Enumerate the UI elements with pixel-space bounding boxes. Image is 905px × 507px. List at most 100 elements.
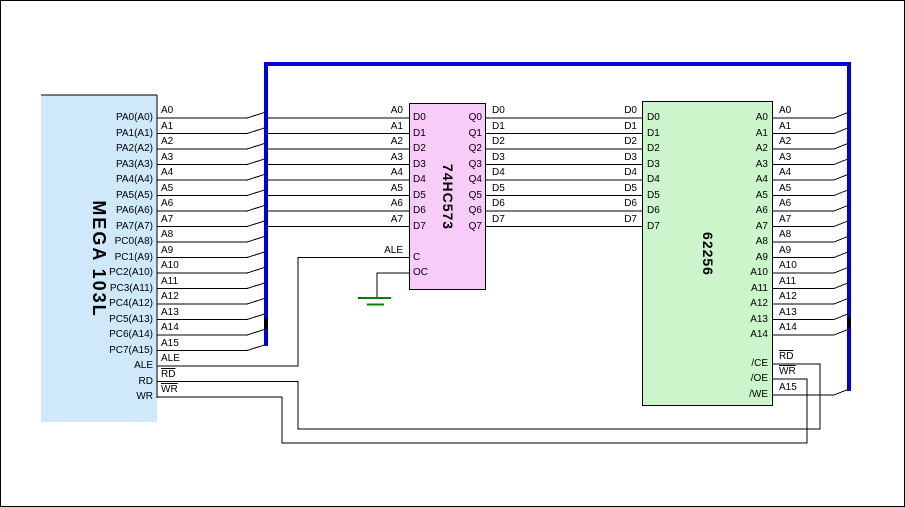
- net-label-A10: A10: [779, 261, 819, 271]
- pin-mega-PA0(A0): PA0(A0): [56, 112, 153, 123]
- net-label-A5: A5: [161, 184, 201, 194]
- pin-sram-A13: A13: [704, 314, 768, 325]
- net-label-WR: WR: [161, 385, 201, 395]
- pin-mega-PA7(A7): PA7(A7): [56, 221, 153, 232]
- pin-latch-C: C: [413, 252, 453, 263]
- net-label-A14: A14: [779, 323, 819, 333]
- net-label-D1: D1: [492, 122, 532, 132]
- net-label-D2: D2: [603, 137, 637, 147]
- pin-mega-RD: RD: [56, 376, 153, 387]
- net-label-A13: A13: [161, 308, 201, 318]
- pin-latch-Q6: Q6: [449, 205, 482, 216]
- net-label-A13: A13: [779, 308, 819, 318]
- net-label-ALE: ALE: [161, 354, 201, 364]
- net-label-D3: D3: [603, 153, 637, 163]
- pin-sram-A6: A6: [704, 205, 768, 216]
- pin-latch-Q2: Q2: [449, 143, 482, 154]
- pin-sram-A14: A14: [704, 329, 768, 340]
- pin-sram-D5: D5: [647, 190, 687, 201]
- pin-mega-PC4(A12): PC4(A12): [56, 298, 153, 309]
- wire: [358, 298, 391, 305]
- pin-sram-nWE: /WE: [704, 389, 768, 400]
- net-label-A3: A3: [779, 153, 819, 163]
- pin-latch-D4: D4: [413, 174, 453, 185]
- net-label-A5: A5: [779, 184, 819, 194]
- pin-sram-nCE: /CE: [704, 358, 768, 369]
- net-label-A4: A4: [161, 168, 201, 178]
- net-label-A11: A11: [779, 277, 819, 287]
- pin-sram-A9: A9: [704, 252, 768, 263]
- net-label-A0: A0: [369, 106, 403, 116]
- pin-mega-PC7(A15): PC7(A15): [56, 345, 153, 356]
- pin-sram-A12: A12: [704, 298, 768, 309]
- pin-latch-D6: D6: [413, 205, 453, 216]
- pin-latch-D3: D3: [413, 159, 453, 170]
- net-label-A5: A5: [369, 184, 403, 194]
- pin-latch-Q4: Q4: [449, 174, 482, 185]
- net-label-A4: A4: [369, 168, 403, 178]
- pin-latch-D2: D2: [413, 143, 453, 154]
- net-label-A15: A15: [779, 383, 819, 393]
- net-label-D7: D7: [492, 215, 532, 225]
- pin-mega-PA4(A4): PA4(A4): [56, 174, 153, 185]
- net-label-A6: A6: [161, 199, 201, 209]
- net-label-A12: A12: [779, 292, 819, 302]
- pin-mega-PC5(A13): PC5(A13): [56, 314, 153, 325]
- pin-sram-A0: A0: [704, 112, 768, 123]
- net-label-D4: D4: [603, 168, 637, 178]
- net-label-D0: D0: [492, 106, 532, 116]
- pin-latch-D5: D5: [413, 190, 453, 201]
- pin-sram-D6: D6: [647, 205, 687, 216]
- net-label-A9: A9: [161, 246, 201, 256]
- net-label-A8: A8: [779, 230, 819, 240]
- net-label-A2: A2: [161, 137, 201, 147]
- pin-sram-A7: A7: [704, 221, 768, 232]
- net-label-D2: D2: [492, 137, 532, 147]
- net-label-A7: A7: [779, 215, 819, 225]
- pin-latch-D0: D0: [413, 112, 453, 123]
- net-label-A3: A3: [161, 153, 201, 163]
- pin-latch-Q3: Q3: [449, 159, 482, 170]
- net-label-A14: A14: [161, 323, 201, 333]
- pin-mega-WR: WR: [56, 391, 153, 402]
- net-label-A6: A6: [779, 199, 819, 209]
- schematic-canvas: MEGA 103L 74HC573 62256 PA0(A0)PA1(A1)PA…: [0, 0, 905, 507]
- pin-mega-PA1(A1): PA1(A1): [56, 128, 153, 139]
- pin-mega-PA5(A5): PA5(A5): [56, 190, 153, 201]
- pin-sram-A11: A11: [704, 283, 768, 294]
- net-label-A1: A1: [779, 122, 819, 132]
- pin-sram-A1: A1: [704, 128, 768, 139]
- net-label-A3: A3: [369, 153, 403, 163]
- pin-sram-A3: A3: [704, 159, 768, 170]
- pin-sram-A2: A2: [704, 143, 768, 154]
- pin-mega-PA2(A2): PA2(A2): [56, 143, 153, 154]
- net-label-A6: A6: [369, 199, 403, 209]
- net-label-A11: A11: [161, 277, 201, 287]
- pin-latch-Q0: Q0: [449, 112, 482, 123]
- pin-sram-D4: D4: [647, 174, 687, 185]
- pin-sram-A4: A4: [704, 174, 768, 185]
- net-label-RD: RD: [161, 370, 201, 380]
- net-label-D5: D5: [603, 184, 637, 194]
- pin-sram-D7: D7: [647, 221, 687, 232]
- pin-sram-nOE: /OE: [704, 373, 768, 384]
- pin-sram-D3: D3: [647, 159, 687, 170]
- pin-latch-D1: D1: [413, 128, 453, 139]
- bus-junction-mark: [264, 318, 268, 329]
- pin-mega-PC1(A9): PC1(A9): [56, 252, 153, 263]
- net-label-D1: D1: [603, 122, 637, 132]
- pin-latch-Q1: Q1: [449, 128, 482, 139]
- pin-latch-Q7: Q7: [449, 221, 482, 232]
- net-label-D3: D3: [492, 153, 532, 163]
- net-label-D6: D6: [603, 199, 637, 209]
- pin-mega-PA6(A6): PA6(A6): [56, 205, 153, 216]
- net-label-A7: A7: [161, 215, 201, 225]
- net-label-A2: A2: [369, 137, 403, 147]
- pin-latch-D7: D7: [413, 221, 453, 232]
- pin-mega-ALE: ALE: [56, 360, 153, 371]
- net-label-D7: D7: [603, 215, 637, 225]
- pin-sram-D2: D2: [647, 143, 687, 154]
- net-label-D0: D0: [603, 106, 637, 116]
- pin-mega-PC2(A10): PC2(A10): [56, 267, 153, 278]
- net-label-RD: RD: [779, 352, 819, 362]
